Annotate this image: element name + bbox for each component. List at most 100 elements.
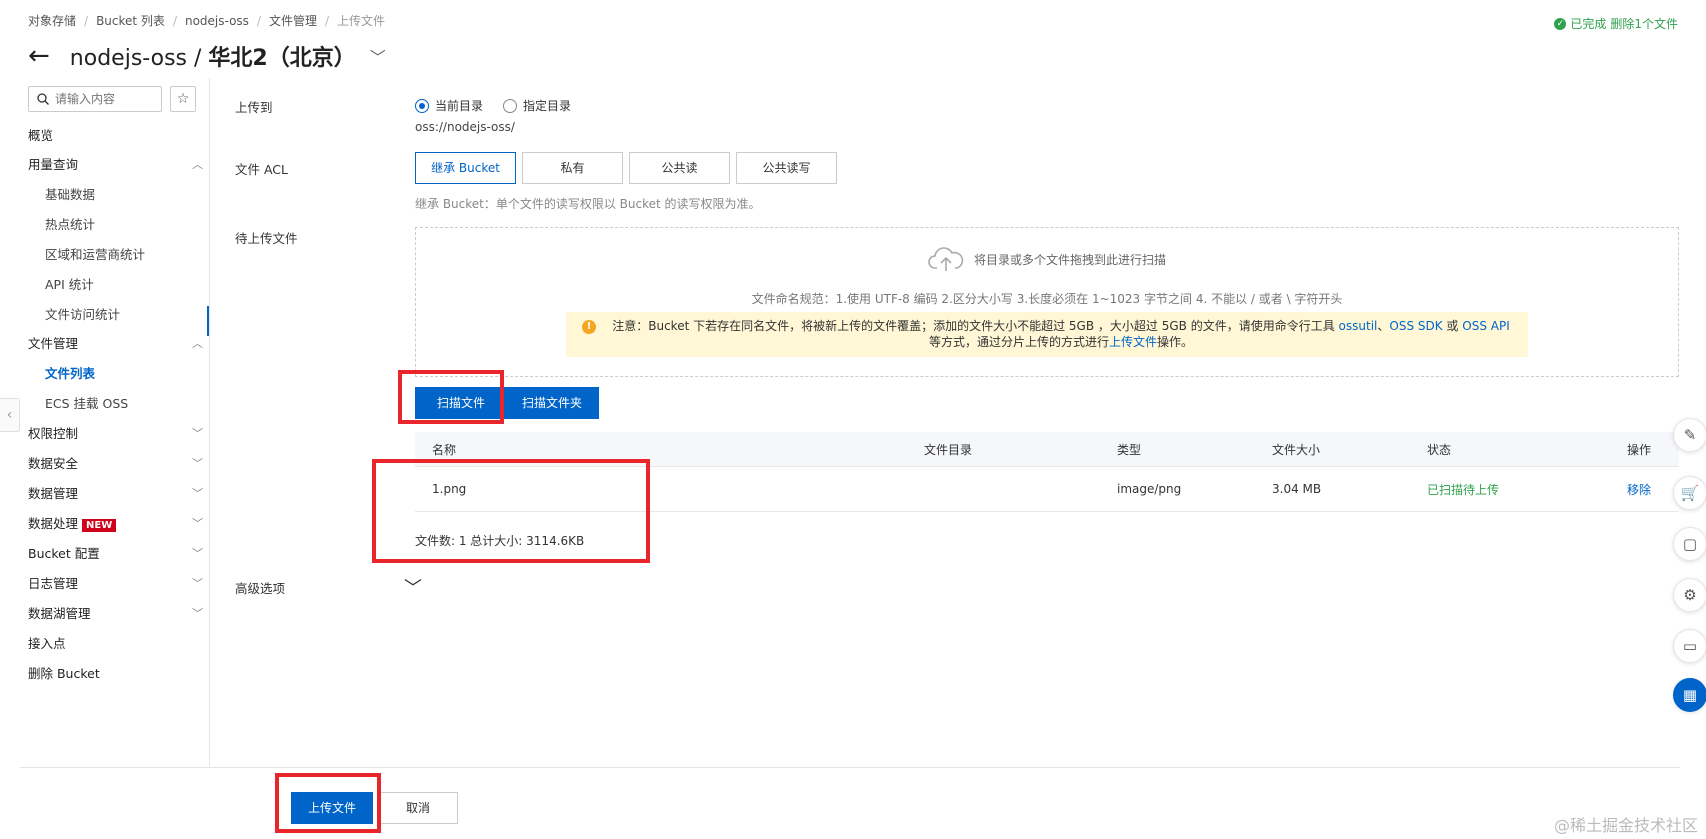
sidebar-item-region-isp[interactable]: 区域和运营商统计 <box>45 244 203 263</box>
sidebar-item-logs[interactable]: 日志管理 ﹀ <box>28 573 203 592</box>
file-size: 3.04 MB <box>1272 482 1322 496</box>
feedback-icon[interactable]: ▭ <box>1673 629 1706 663</box>
new-badge: NEW <box>82 519 117 532</box>
chevron-down-icon: ﹀ <box>192 546 203 560</box>
sidebar-item-label: 区域和运营商统计 <box>45 247 146 262</box>
column-header-size: 文件大小 <box>1272 442 1321 457</box>
breadcrumb: 对象存储 / Bucket 列表 / nodejs-oss / 文件管理 / 上传文件 <box>28 12 385 29</box>
radio-checked-icon[interactable] <box>415 98 429 113</box>
sidebar-item-label: 文件列表 <box>45 366 96 381</box>
sidebar-item-overview[interactable]: 概览 <box>28 125 203 144</box>
radio-label: 指定目录 <box>523 99 572 113</box>
remove-file-link[interactable]: 移除 <box>1627 481 1679 498</box>
breadcrumb-bucket[interactable]: nodejs-oss <box>185 14 249 28</box>
chevron-left-icon[interactable]: ‹ <box>0 398 20 432</box>
chevron-down-icon: ﹀ <box>192 426 203 440</box>
arrow-left-icon[interactable]: ← <box>28 43 50 69</box>
overwrite-notice: ! 注意：Bucket 下若存在同名文件，将被新上传的文件覆盖；添加的文件大小不… <box>566 312 1528 357</box>
breadcrumb-oss[interactable]: 对象存储 <box>28 12 76 29</box>
acl-inherit-button[interactable]: 继承 Bucket <box>415 152 516 184</box>
sidebar-item-data-processing[interactable]: 数据处理 NEW ﹀ <box>28 513 203 532</box>
chevron-down-icon: ﹀ <box>192 606 203 620</box>
breadcrumb-file-management[interactable]: 文件管理 <box>269 12 317 29</box>
region-name: 华北2（北京） <box>208 46 356 71</box>
ossutil-link[interactable]: ossutil <box>1339 319 1378 333</box>
cancel-button[interactable]: 取消 <box>378 792 458 824</box>
upload-target-radios: 当前目录 指定目录 <box>415 97 571 114</box>
star-icon[interactable]: ☆ <box>170 86 196 112</box>
search-input[interactable] <box>55 92 151 106</box>
sidebar-item-basic-data[interactable]: 基础数据 <box>45 184 203 203</box>
search-icon <box>37 93 49 105</box>
radio-current-directory[interactable]: 当前目录 <box>415 97 483 114</box>
apps-grid-icon[interactable]: ▦ <box>1673 678 1706 712</box>
sidebar-item-data-lake[interactable]: 数据湖管理 ﹀ <box>28 603 203 622</box>
acl-options: 继承 Bucket 私有 公共读 公共读写 <box>415 152 837 184</box>
sidebar-item-bucket-config[interactable]: Bucket 配置 ﹀ <box>28 543 203 562</box>
radio-unchecked-icon[interactable] <box>503 98 518 113</box>
gear-icon[interactable]: ⚙ <box>1673 578 1706 612</box>
sidebar-item-label: 数据湖管理 <box>28 606 91 621</box>
chevron-down-icon: ﹀ <box>192 576 203 590</box>
advanced-options-label: 高级选项 <box>235 581 286 596</box>
edit-icon[interactable]: ✎ <box>1673 418 1706 452</box>
notice-text: 等方式，通过分片上传的方式进行 <box>928 335 1109 349</box>
sidebar-item-file-list[interactable]: 文件列表 <box>45 363 203 382</box>
sidebar-item-usage[interactable]: 用量查询 ︿ <box>28 154 203 173</box>
acl-public-read-button[interactable]: 公共读 <box>629 152 730 184</box>
watermark: @稀土掘金技术社区 <box>1553 816 1698 835</box>
active-nav-indicator <box>207 306 209 336</box>
notice-text: 操作。 <box>1157 335 1194 349</box>
breadcrumb-current: 上传文件 <box>337 14 386 28</box>
sidebar-item-file-management[interactable]: 文件管理 ︿ <box>28 333 203 352</box>
radio-specified-directory[interactable]: 指定目录 <box>503 97 571 114</box>
oss-path: oss://nodejs-oss/ <box>415 120 515 134</box>
chevron-up-icon: ︿ <box>192 336 203 350</box>
sidebar-item-permissions[interactable]: 权限控制 ﹀ <box>28 423 203 442</box>
sidebar-item-file-access[interactable]: 文件访问统计 <box>45 304 203 323</box>
file-dropzone[interactable]: 将目录或多个文件拖拽到此进行扫描 文件命名规范：1.使用 UTF-8 编码 2.… <box>415 227 1679 377</box>
drop-text: 将目录或多个文件拖拽到此进行扫描 <box>973 252 1166 267</box>
acl-public-read-write-button[interactable]: 公共读写 <box>736 152 837 184</box>
sidebar-item-label: 删除 Bucket <box>28 666 100 681</box>
acl-private-button[interactable]: 私有 <box>522 152 623 184</box>
search-box[interactable] <box>28 86 162 112</box>
sidebar-item-label: 日志管理 <box>28 576 79 591</box>
sidebar-item-data-security[interactable]: 数据安全 ﹀ <box>28 453 203 472</box>
sidebar-item-label: 热点统计 <box>45 217 96 232</box>
check-circle-icon: ✓ <box>1554 17 1567 30</box>
file-status: 已扫描待上传 <box>1427 482 1500 497</box>
chevron-down-icon[interactable]: ﹀ <box>404 574 422 600</box>
sidebar-item-label: 接入点 <box>28 636 66 651</box>
radio-label: 当前目录 <box>435 99 484 113</box>
sidebar-item-api-stats[interactable]: API 统计 <box>45 274 203 293</box>
cart-icon[interactable]: 🛒 <box>1673 476 1706 510</box>
notice-text: 、 <box>1377 319 1390 333</box>
sidebar-item-label: 文件访问统计 <box>45 307 121 322</box>
sidebar-item-ecs-mount[interactable]: ECS 挂载 OSS <box>45 393 203 412</box>
status-detail: 删除1个文件 <box>1610 17 1678 31</box>
annotation-highlight-upload <box>275 773 381 833</box>
scan-folder-button[interactable]: 扫描文件夹 <box>505 387 599 419</box>
chevron-up-icon: ︿ <box>192 157 203 171</box>
sidebar-item-access-point[interactable]: 接入点 <box>28 633 203 652</box>
sidebar-item-label: 概览 <box>28 128 54 143</box>
oss-api-link[interactable]: OSS API <box>1462 319 1509 333</box>
column-header-directory: 文件目录 <box>924 442 973 457</box>
sidebar-item-label: 权限控制 <box>28 426 79 441</box>
pending-files-label: 待上传文件 <box>235 231 298 246</box>
page-title: nodejs-oss / 华北2（北京） <box>70 40 356 72</box>
breadcrumb-separator: / <box>324 13 330 28</box>
sidebar-item-hotspot[interactable]: 热点统计 <box>45 214 203 233</box>
sidebar-item-data-management[interactable]: 数据管理 ﹀ <box>28 483 203 502</box>
sidebar-item-label: API 统计 <box>45 277 94 292</box>
breadcrumb-bucket-list[interactable]: Bucket 列表 <box>96 12 165 29</box>
sidebar-item-delete-bucket[interactable]: 删除 Bucket <box>28 663 203 682</box>
chevron-down-icon: ﹀ <box>192 486 203 500</box>
chevron-down-icon[interactable]: ﹀ <box>370 44 386 68</box>
multipart-upload-link[interactable]: 上传文件 <box>1109 335 1157 349</box>
app-icon[interactable]: ▢ <box>1673 527 1706 561</box>
oss-sdk-link[interactable]: OSS SDK <box>1389 319 1442 333</box>
chevron-down-icon: ﹀ <box>192 456 203 470</box>
sidebar-item-label: 数据安全 <box>28 456 79 471</box>
